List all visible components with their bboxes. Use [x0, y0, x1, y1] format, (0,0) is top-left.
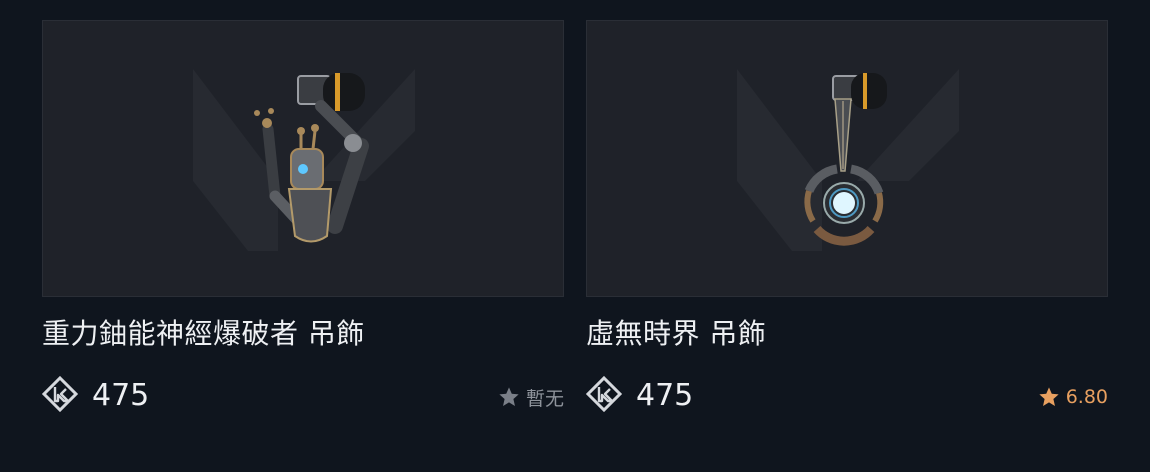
item-meta: 475 暫无	[42, 376, 564, 416]
rating-text: 暫无	[525, 387, 564, 410]
orb-pendant-charm-image	[804, 73, 887, 246]
item-price: 475	[92, 378, 150, 413]
item-thumbnail[interactable]	[586, 20, 1108, 297]
item-card[interactable]: 重力鈾能神經爆破者 吊飾 475 暫无	[42, 20, 564, 413]
rating-text: 6.80	[1065, 386, 1108, 408]
star-icon	[1039, 387, 1059, 406]
item-title: 虛無時界 吊飾	[586, 317, 767, 350]
item-grid: 重力鈾能神經爆破者 吊飾 475 暫无 虛無時界 吊飾 475 6.80	[0, 0, 1150, 472]
robotic-arm-charm-image	[254, 73, 369, 243]
item-rating: 6.80	[1038, 384, 1108, 410]
valorant-points-icon	[586, 376, 622, 412]
item-meta: 475 6.80	[586, 376, 1108, 416]
item-thumbnail[interactable]	[42, 20, 564, 297]
item-price: 475	[636, 378, 694, 413]
item-card[interactable]: 虛無時界 吊飾 475 6.80	[586, 20, 1108, 413]
item-rating: 暫无	[498, 384, 564, 410]
valorant-points-icon	[42, 376, 78, 412]
star-icon	[499, 387, 519, 406]
item-title: 重力鈾能神經爆破者 吊飾	[42, 317, 365, 350]
